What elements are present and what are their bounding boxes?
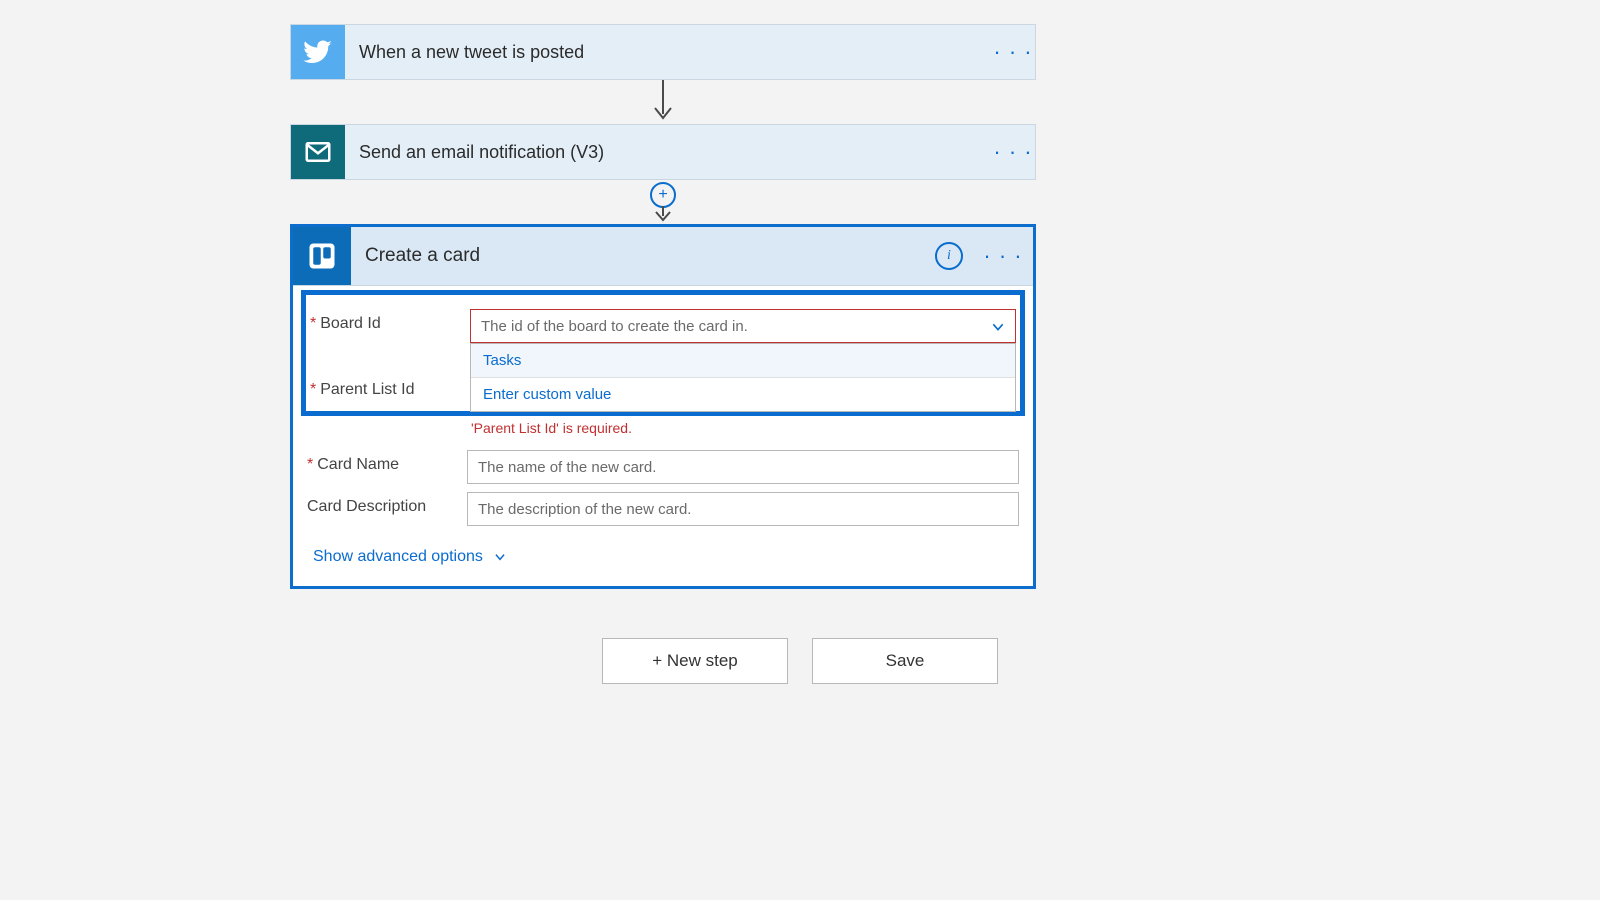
card-description-input[interactable] xyxy=(467,492,1019,526)
new-step-button[interactable]: + New step xyxy=(602,638,788,684)
chevron-down-icon xyxy=(493,550,507,564)
trello-icon xyxy=(293,227,351,285)
dropdown-option-tasks[interactable]: Tasks xyxy=(471,344,1015,378)
step-twitter-trigger[interactable]: When a new tweet is posted · · · xyxy=(290,24,1036,80)
field-label-card-description: Card Description xyxy=(307,492,467,516)
flow-connector-add: + xyxy=(290,180,1036,224)
field-label-parent-list: *Parent List Id xyxy=(310,375,470,399)
step-email-action[interactable]: Send an email notification (V3) · · · xyxy=(290,124,1036,180)
field-highlight: *Board Id Tasks Enter custom value xyxy=(301,290,1025,416)
step-trello-create-card[interactable]: Create a card i · · · *Board Id xyxy=(290,224,1036,589)
step-title: Create a card xyxy=(351,245,935,267)
save-button[interactable]: Save xyxy=(812,638,998,684)
more-icon[interactable]: · · · xyxy=(991,39,1035,65)
step-title: Send an email notification (V3) xyxy=(345,142,991,163)
mail-icon xyxy=(291,125,345,179)
more-icon[interactable]: · · · xyxy=(991,139,1035,165)
step-header[interactable]: Create a card i · · · xyxy=(293,227,1033,286)
show-advanced-options[interactable]: Show advanced options xyxy=(313,548,507,566)
board-id-dropdown: Tasks Enter custom value xyxy=(470,343,1016,412)
board-id-input[interactable] xyxy=(470,309,1016,343)
parent-list-error: 'Parent List Id' is required. xyxy=(471,420,1019,436)
more-icon[interactable]: · · · xyxy=(981,243,1025,269)
twitter-icon xyxy=(291,25,345,79)
field-label-board-id: *Board Id xyxy=(310,309,470,333)
step-title: When a new tweet is posted xyxy=(345,42,991,63)
add-step-icon[interactable]: + xyxy=(650,182,676,208)
info-icon[interactable]: i xyxy=(935,242,963,270)
field-label-card-name: *Card Name xyxy=(307,450,467,474)
flow-connector xyxy=(290,80,1036,124)
dropdown-option-custom[interactable]: Enter custom value xyxy=(471,378,1015,411)
card-name-input[interactable] xyxy=(467,450,1019,484)
